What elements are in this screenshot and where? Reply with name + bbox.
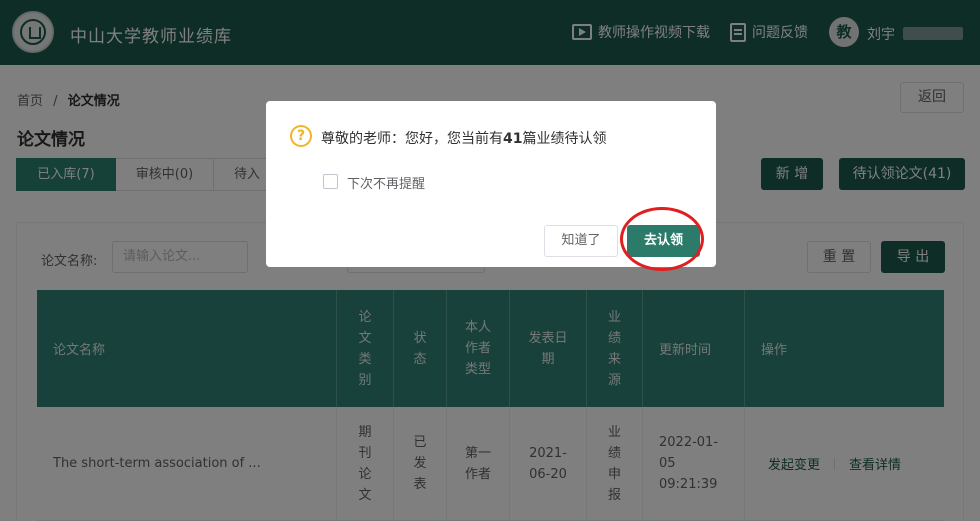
dialog-message-suffix: 篇业绩待认领: [522, 131, 607, 147]
claim-reminder-dialog: ? 尊敬的老师：您好，您当前有41篇业绩待认领 下次不再提醒 知道了 去认领: [266, 101, 716, 271]
highlight-circle: [620, 207, 704, 271]
dont-remind-checkbox[interactable]: [323, 174, 338, 189]
dont-remind-label[interactable]: 下次不再提醒: [347, 173, 425, 192]
dialog-message-prefix: 尊敬的老师：您好，您当前有: [321, 131, 503, 147]
dialog-message-count: 41: [503, 131, 523, 147]
got-it-button[interactable]: 知道了: [544, 225, 618, 257]
question-icon: ?: [290, 125, 312, 147]
dialog-message: 尊敬的老师：您好，您当前有41篇业绩待认领: [321, 128, 606, 148]
